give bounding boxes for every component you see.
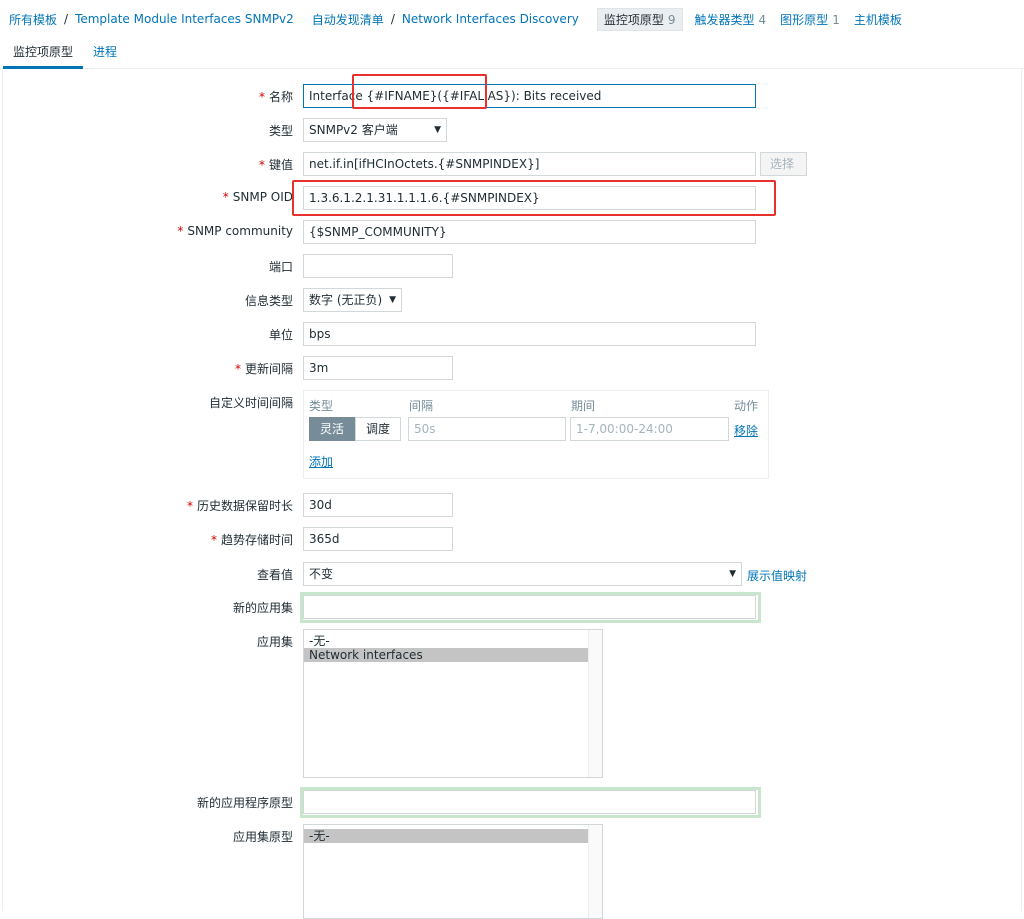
type-select[interactable]: SNMPv2 客户端 ▼ [303, 118, 447, 142]
scrollbar[interactable] [588, 825, 602, 918]
port-label: 端口 [268, 260, 293, 274]
period-field[interactable]: 1-7,00:00-24:00 [570, 417, 729, 441]
app-prototypes-listbox[interactable]: -无- [303, 824, 603, 919]
breadcrumb-all-templates[interactable]: 所有模板 [9, 11, 57, 28]
show-value-label: 查看值 [256, 568, 293, 582]
interval-type-toggle: 灵活 调度 [309, 417, 402, 441]
flexible-button[interactable]: 灵活 [309, 417, 356, 441]
snmp-community-field[interactable]: {$SNMP_COMMUNITY} [303, 220, 756, 244]
snmp-oid-label: * SNMP OID [222, 190, 293, 204]
subtab-process[interactable]: 进程 [83, 38, 127, 69]
subtab-item-prototype[interactable]: 监控项原型 [3, 38, 84, 69]
highlight-box [292, 180, 776, 216]
col-action-header: 动作 [734, 399, 759, 413]
subtabs: 监控项原型 进程 [0, 38, 1024, 69]
show-value-mappings-link[interactable]: 展示值映射 [747, 567, 807, 584]
breadcrumb-separator: / [64, 12, 69, 26]
col-period-header: 期间 [571, 399, 596, 413]
show-value-select-value: 不变 [309, 567, 334, 581]
interval-field[interactable]: 50s [408, 417, 566, 441]
scheduling-button[interactable]: 调度 [355, 417, 402, 441]
tab-label: 主机模板 [853, 12, 902, 27]
trends-label: * 趋势存储时间 [210, 533, 293, 547]
period-placeholder: 1-7,00:00-24:00 [576, 422, 673, 436]
scrollbar[interactable] [588, 630, 602, 777]
select-button[interactable]: 选择 [760, 152, 807, 176]
chevron-down-icon: ▼ [389, 295, 396, 305]
show-value-select[interactable]: 不变 ▼ [303, 562, 742, 586]
interval-placeholder: 50s [414, 422, 436, 436]
custom-intervals-label: 自定义时间间隔 [208, 396, 293, 410]
app-prototypes-label: 应用集原型 [232, 830, 293, 844]
update-interval-label: * 更新间隔 [234, 362, 293, 376]
history-label: * 历史数据保留时长 [186, 499, 293, 513]
units-label: 单位 [268, 328, 293, 342]
update-interval-field[interactable]: 3m [303, 356, 453, 380]
new-application-field[interactable] [303, 595, 756, 619]
tab-count: 4 [758, 12, 767, 27]
new-app-prototype-label: 新的应用程序原型 [196, 796, 293, 810]
breadcrumb-template[interactable]: Template Module Interfaces SNMPv2 [75, 12, 294, 26]
breadcrumb-discovery-rule[interactable]: Network Interfaces Discovery [402, 12, 579, 26]
tab-count: 9 [667, 12, 676, 27]
list-item[interactable]: Network interfaces [304, 648, 588, 662]
tab-graph-prototypes[interactable]: 图形原型 1 [780, 11, 840, 28]
breadcrumb: 所有模板 / Template Module Interfaces SNMPv2… [0, 0, 1024, 38]
breadcrumb-discovery-list[interactable]: 自动发现清单 [312, 11, 384, 28]
col-type-header: 类型 [309, 399, 334, 413]
col-interval-header: 间隔 [409, 399, 434, 413]
tab-item-prototypes[interactable]: 监控项原型 9 [596, 7, 683, 31]
key-field[interactable]: net.if.in[ifHCInOctets.{#SNMPINDEX}] [303, 152, 756, 176]
type-label: 类型 [268, 124, 293, 138]
tab-trigger-prototypes[interactable]: 触发器类型 4 [695, 11, 767, 28]
info-type-select-value: 数字 (无正负) [309, 293, 383, 307]
new-application-label: 新的应用集 [232, 601, 293, 615]
new-app-prototype-field[interactable] [303, 790, 756, 814]
info-type-select[interactable]: 数字 (无正负) ▼ [303, 288, 402, 312]
remove-link[interactable]: 移除 [734, 422, 758, 439]
applications-listbox[interactable]: -无- Network interfaces [303, 629, 603, 778]
tab-host-prototypes[interactable]: 主机模板 [854, 11, 902, 28]
history-field[interactable]: 30d [303, 493, 453, 517]
tab-label: 图形原型 [780, 12, 829, 27]
snmp-community-label: * SNMP community [177, 224, 293, 238]
highlight-box [352, 74, 487, 109]
chevron-down-icon: ▼ [434, 125, 441, 135]
tab-label: 监控项原型 [603, 12, 664, 27]
list-item[interactable]: -无- [304, 829, 588, 843]
add-link[interactable]: 添加 [309, 453, 333, 470]
type-select-value: SNMPv2 客户端 [309, 123, 398, 137]
name-label: * 名称 [258, 90, 293, 104]
info-type-label: 信息类型 [244, 294, 293, 308]
chevron-down-icon: ▼ [729, 569, 736, 579]
tab-count: 1 [832, 12, 840, 27]
custom-intervals-table: 类型 间隔 期间 动作 灵活 调度 50s 1-7,00:00-24:00 移除… [303, 390, 769, 479]
breadcrumb-separator: / [390, 12, 395, 26]
trends-field[interactable]: 365d [303, 527, 453, 551]
tab-label: 触发器类型 [694, 12, 755, 27]
list-item[interactable]: -无- [304, 634, 602, 648]
port-field[interactable] [303, 254, 453, 278]
units-field[interactable]: bps [303, 322, 756, 346]
key-label: * 键值 [258, 158, 293, 172]
applications-label: 应用集 [256, 635, 293, 649]
